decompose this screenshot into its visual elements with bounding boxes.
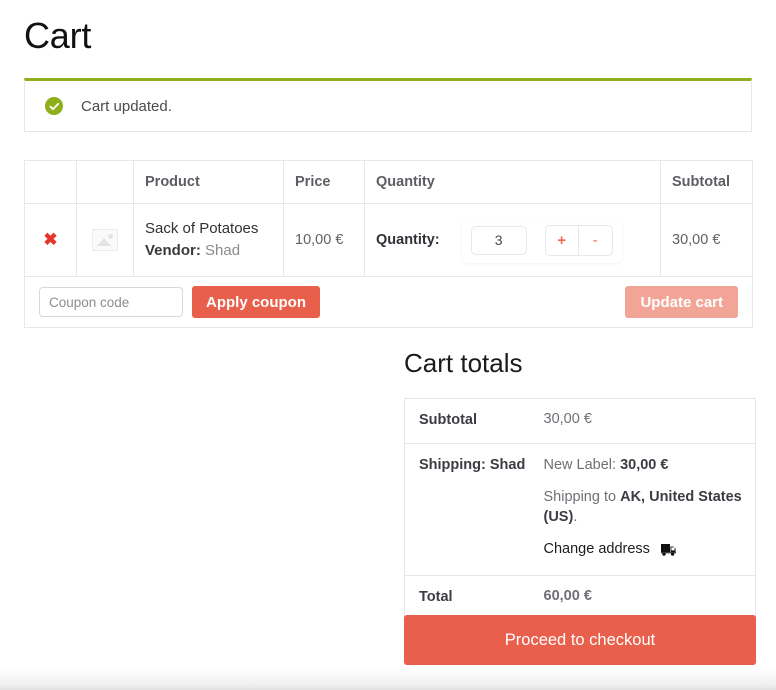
change-address-button[interactable]: Change address <box>544 541 650 557</box>
shipping-method-amount: 30,00 € <box>620 456 669 473</box>
shipping-method-prefix: New Label: <box>543 456 621 473</box>
cart-totals-heading: Cart totals <box>404 348 523 378</box>
cart-items-table: Product Price Quantity Subtotal ✖ Sack o… <box>24 160 753 328</box>
cart-table-header-row: Product Price Quantity Subtotal <box>24 160 753 204</box>
header-remove <box>24 160 77 204</box>
shipping-label: Shipping: Shad <box>404 443 530 576</box>
shipping-to-suffix: . <box>573 508 578 525</box>
coupon-group: Apply coupon <box>39 286 320 318</box>
product-quantity-cell: Quantity: + - <box>364 203 661 277</box>
subtotal-value: 30,00 € <box>529 398 756 444</box>
table-row: ✖ Sack of Potatoes Vendor: Shad 10,00 € … <box>24 203 753 277</box>
header-product: Product <box>133 160 284 204</box>
remove-item-cell: ✖ <box>24 203 77 277</box>
header-subtotal: Subtotal <box>660 160 753 204</box>
product-thumbnail-cell <box>76 203 134 277</box>
totals-row-subtotal: Subtotal 30,00 € <box>404 398 756 444</box>
cart-table-body: ✖ Sack of Potatoes Vendor: Shad 10,00 € … <box>24 203 753 328</box>
apply-coupon-button[interactable]: Apply coupon <box>192 286 320 318</box>
notice-message: Cart updated. <box>81 97 172 115</box>
header-quantity: Quantity <box>364 160 661 204</box>
total-label: Total <box>419 588 453 605</box>
cart-totals-body: Subtotal 30,00 € Shipping: Shad New Labe… <box>404 398 756 620</box>
vendor-name[interactable]: Shad <box>205 242 240 259</box>
footer-gradient-band <box>0 668 776 690</box>
cart-actions-inner: Apply coupon Update cart <box>39 277 738 327</box>
product-name-link[interactable]: Sack of Potatoes <box>145 218 283 240</box>
cart-updated-notice: Cart updated. <box>24 78 752 132</box>
vendor-label: Vendor: <box>145 242 201 259</box>
cart-page: Cart Cart updated. Product Price Quantit… <box>0 0 776 690</box>
total-value: 60,00 € <box>543 587 592 604</box>
totals-row-total: Total 60,00 € <box>405 575 756 620</box>
product-price: 10,00 € <box>283 203 365 277</box>
check-circle-icon <box>45 97 63 115</box>
subtotal-label: Subtotal <box>404 398 530 444</box>
quantity-decrement-button[interactable]: - <box>578 225 612 255</box>
quantity-stepper: + - <box>461 217 622 263</box>
product-subtotal: 30,00 € <box>660 203 753 277</box>
shipping-details: New Label: 30,00 € Shipping to AK, Unite… <box>529 443 756 576</box>
header-thumbnail <box>76 160 134 204</box>
quantity-label: Quantity: <box>376 232 440 248</box>
cart-actions-row: Apply coupon Update cart <box>24 276 753 328</box>
header-price: Price <box>283 160 365 204</box>
product-info-cell: Sack of Potatoes Vendor: Shad <box>133 203 284 277</box>
quantity-input[interactable] <box>470 225 527 255</box>
quantity-increment-button[interactable]: + <box>545 225 579 255</box>
totals-row-shipping: Shipping: Shad New Label: 30,00 € Shippi… <box>404 443 756 576</box>
remove-item-button[interactable]: ✖ <box>43 231 57 248</box>
broken-image-placeholder-icon[interactable] <box>92 229 118 251</box>
shipping-destination-line: Shipping to AK, United States (US). <box>544 488 756 527</box>
quantity-step-buttons: + - <box>544 224 613 256</box>
shipping-method-line: New Label: 30,00 € <box>544 456 756 476</box>
product-vendor: Vendor: Shad <box>145 240 283 262</box>
delivery-truck-icon <box>660 543 677 563</box>
cart-totals-table: Subtotal 30,00 € Shipping: Shad New Labe… <box>404 398 756 621</box>
coupon-code-input[interactable] <box>39 287 183 317</box>
page-title: Cart <box>24 15 92 56</box>
update-cart-button[interactable]: Update cart <box>625 286 738 318</box>
cart-table-head: Product Price Quantity Subtotal <box>24 160 753 204</box>
quantity-control-wrapper: Quantity: + - <box>376 217 660 263</box>
change-address-line: Change address <box>544 540 756 563</box>
cart-actions-cell: Apply coupon Update cart <box>24 276 753 328</box>
shipping-to-prefix: Shipping to <box>543 489 621 506</box>
proceed-to-checkout-button[interactable]: Proceed to checkout <box>404 615 756 665</box>
